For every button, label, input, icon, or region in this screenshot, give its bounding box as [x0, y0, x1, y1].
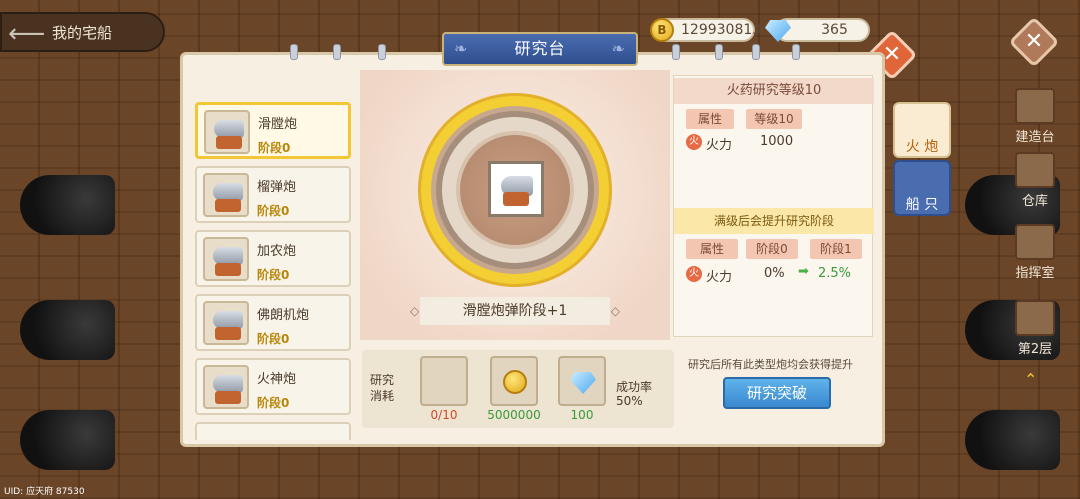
deck-cannon-left-3 — [20, 410, 115, 470]
cannon-icon — [203, 301, 249, 345]
tab-cannon-label: 火 炮 — [905, 139, 939, 155]
gem-value: 365 — [821, 22, 848, 38]
pin-icon — [378, 44, 386, 60]
nav-build[interactable]: 建造台 — [1005, 88, 1065, 145]
bottom-notice: 研究后所有此类型炮均会获得提升 — [688, 358, 853, 371]
coin-value: 129930813 — [681, 22, 762, 38]
cannon-icon — [203, 237, 249, 281]
list-item[interactable]: 榴弹炮 阶段0 — [195, 166, 351, 223]
item-stage: 阶段0 — [257, 332, 290, 346]
stat-name: 火力 — [706, 138, 733, 153]
status-bar: UID: 应天府 87530 — [4, 487, 85, 497]
item-name: 加农炮 — [257, 244, 297, 259]
col-stage1: 阶段1 — [810, 239, 862, 259]
cost-item-scroll[interactable] — [420, 356, 468, 406]
coin-icon: B — [650, 18, 674, 42]
nav-command-label: 指挥室 — [1015, 266, 1055, 281]
arrow-icon: ➡ — [798, 264, 809, 279]
list-item[interactable]: 火神炮 阶段0 — [195, 358, 351, 415]
success-rate-value: 50% — [616, 394, 643, 408]
stat2-to: 2.5% — [818, 266, 852, 281]
success-rate-label: 成功率 — [616, 380, 653, 394]
item-name: 滑膛炮 — [258, 117, 298, 132]
cost-area: 研究消耗 0/10 5000000 100 成功率 50% — [362, 350, 674, 428]
fire-icon: 火 — [686, 134, 702, 150]
stat2-name: 火力 — [706, 270, 733, 285]
nav-floor-label: 第2层 — [1017, 342, 1053, 357]
item-name: 火神炮 — [257, 372, 297, 387]
warehouse-icon — [1015, 152, 1055, 188]
close-icon: ✕ — [1024, 29, 1044, 54]
cannon-icon — [204, 110, 250, 154]
tab-cannon[interactable]: 火 炮 — [893, 102, 951, 158]
list-item[interactable]: 加农炮 阶段0 — [195, 230, 351, 287]
home-bar: ⟵ 我的宅船 — [0, 12, 165, 52]
cost-item-coin[interactable] — [490, 356, 538, 406]
chevron-up-icon[interactable]: ⌃ — [1024, 370, 1037, 389]
col-stage0: 阶段0 — [746, 239, 798, 259]
attr-tag: 属性 — [686, 109, 734, 129]
stat-value: 1000 — [760, 134, 794, 149]
deck-cannon-left-1 — [20, 175, 115, 235]
level-tag: 等级10 — [746, 109, 802, 129]
research-button[interactable]: 研究突破 — [723, 377, 831, 409]
info-header: 火药研究等级10 — [674, 78, 874, 104]
item-stage: 阶段0 — [257, 396, 290, 410]
pin-icon — [333, 44, 341, 60]
pin-icon — [792, 44, 800, 60]
cost-item-3: 100 — [570, 408, 594, 422]
item-stage: 阶段0 — [258, 141, 291, 155]
cost-item-1: 0/10 — [430, 408, 458, 422]
nav-floor[interactable]: 第2层 — [1005, 300, 1065, 357]
item-name: 榴弹炮 — [257, 180, 297, 195]
deck-cannon-left-2 — [20, 300, 115, 360]
list-item[interactable] — [195, 422, 351, 440]
item-stage: 阶段0 — [257, 268, 290, 282]
fire-icon: 火 — [686, 266, 702, 282]
stairs-icon — [1015, 300, 1055, 336]
pin-icon — [752, 44, 760, 60]
stage-label: 滑膛炮弹阶段+1 — [410, 297, 620, 325]
gem-icon — [570, 372, 596, 394]
nav-command[interactable]: 指挥室 — [1005, 224, 1065, 281]
list-item[interactable]: 佛朗机炮 阶段0 — [195, 294, 351, 351]
pin-icon — [290, 44, 298, 60]
nav-build-label: 建造台 — [1015, 130, 1055, 145]
gem-counter[interactable]: 365 — [775, 18, 870, 42]
command-icon — [1015, 224, 1055, 260]
upgrade-notice: 满级后会提升研究阶段 — [674, 208, 874, 234]
cannon-icon — [203, 365, 249, 409]
coin-icon — [503, 370, 527, 394]
item-stage: 阶段0 — [257, 204, 290, 218]
info-panel: 火药研究等级10 属性 等级10 火 火力 1000 满级后会提升研究阶段 属性… — [673, 75, 874, 337]
list-item[interactable]: 滑膛炮 阶段0 — [195, 102, 351, 159]
deck-cannon-right-3 — [965, 410, 1060, 470]
tab-ship[interactable]: 船 只 — [893, 160, 951, 216]
home-title: 我的宅船 — [52, 24, 113, 42]
cost-item-gem[interactable] — [558, 356, 606, 406]
panel-title: 研究台 — [442, 32, 638, 66]
pin-icon — [715, 44, 723, 60]
nav-warehouse-label: 仓库 — [1021, 194, 1048, 209]
back-arrow-icon[interactable]: ⟵ — [8, 18, 45, 50]
selected-cannon-icon — [488, 161, 544, 217]
cost-label: 研究消耗 — [370, 373, 395, 403]
col-attr: 属性 — [686, 239, 738, 259]
nav-warehouse[interactable]: 仓库 — [1005, 152, 1065, 209]
tab-ship-label: 船 只 — [905, 197, 939, 213]
build-icon — [1015, 88, 1055, 124]
pin-icon — [672, 44, 680, 60]
item-name: 佛朗机炮 — [257, 308, 310, 323]
cannon-icon — [203, 173, 249, 217]
cannon-list[interactable]: 滑膛炮 阶段0 榴弹炮 阶段0 加农炮 阶段0 佛朗机炮 阶段0 火神炮 阶段0 — [195, 100, 353, 440]
stat2-from: 0% — [764, 266, 785, 281]
